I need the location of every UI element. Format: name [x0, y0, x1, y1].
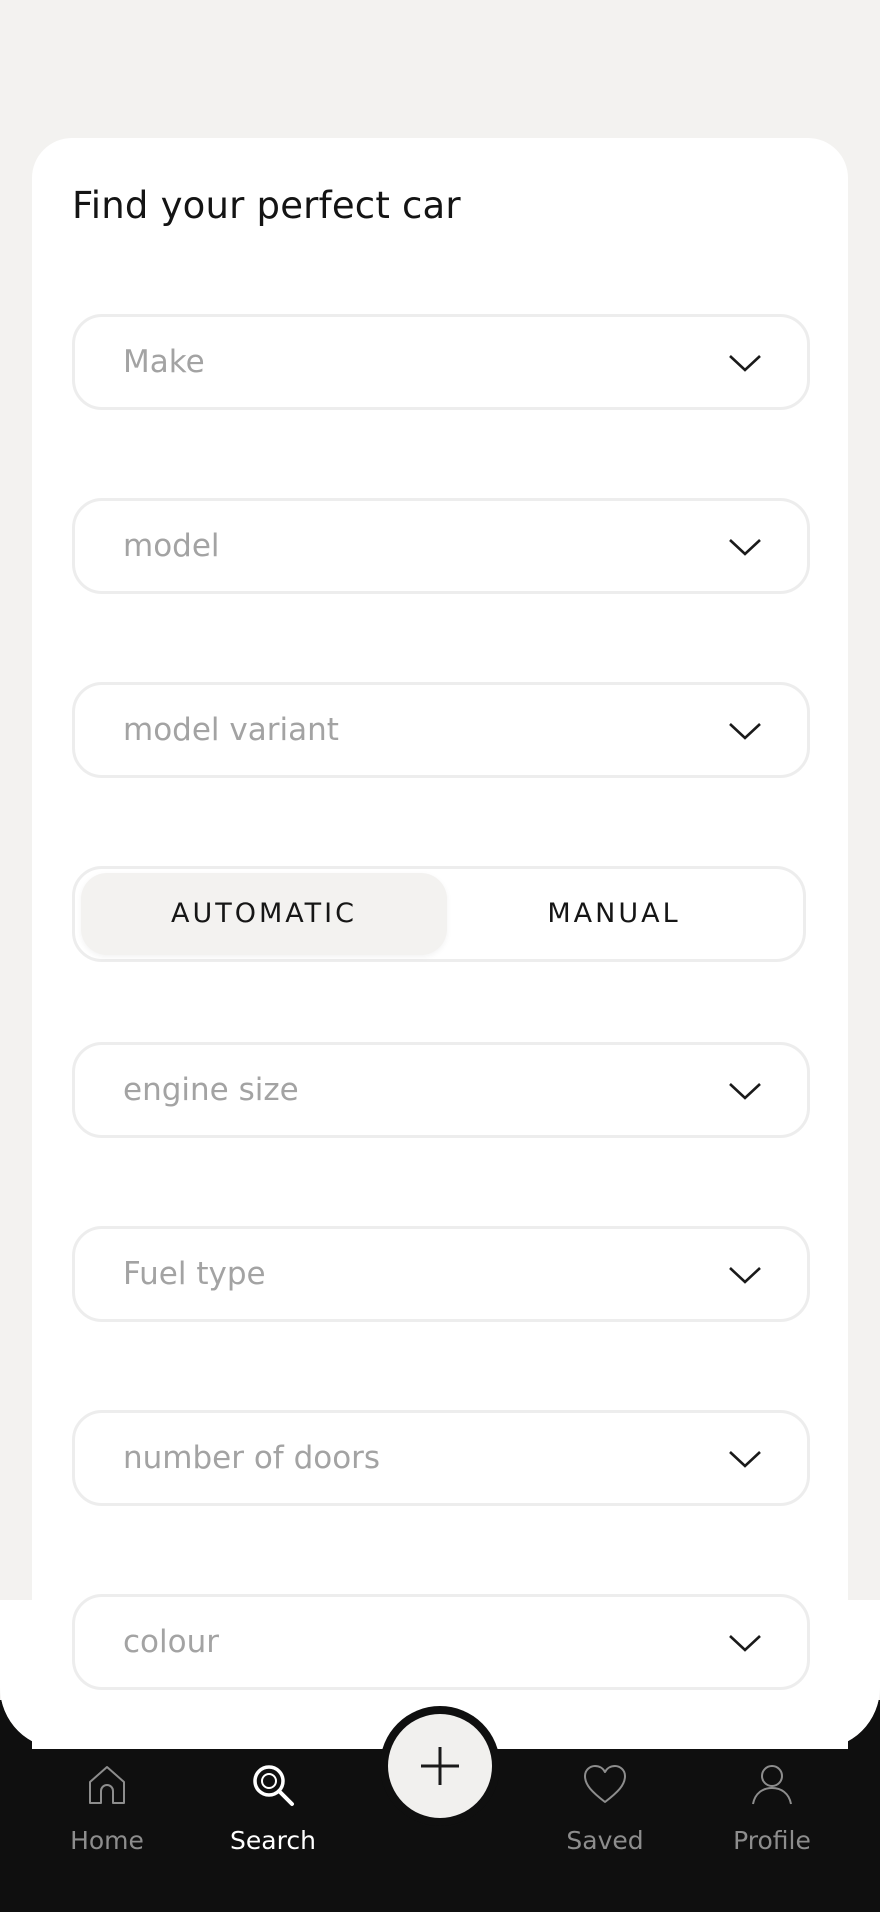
- chevron-down-icon: [729, 1267, 761, 1284]
- nav-saved-label: Saved: [566, 1826, 644, 1855]
- model-dropdown[interactable]: model: [72, 498, 810, 594]
- nav-search-label: Search: [230, 1826, 316, 1855]
- nav-saved[interactable]: Saved: [525, 1762, 685, 1862]
- chevron-down-icon: [729, 539, 761, 556]
- nav-home[interactable]: Home: [27, 1762, 187, 1862]
- chevron-down-icon: [729, 1635, 761, 1652]
- nav-search[interactable]: Search: [193, 1762, 353, 1862]
- model-variant-dropdown-label: model variant: [123, 712, 339, 748]
- make-dropdown[interactable]: Make: [72, 314, 810, 410]
- chevron-down-icon: [729, 1451, 761, 1468]
- model-dropdown-label: model: [123, 528, 220, 564]
- colour-dropdown-label: colour: [123, 1624, 219, 1660]
- engine-size-dropdown[interactable]: engine size: [72, 1042, 810, 1138]
- number-of-doors-dropdown-label: number of doors: [123, 1440, 381, 1476]
- profile-icon: [752, 1765, 792, 1805]
- engine-size-dropdown-label: engine size: [123, 1072, 299, 1108]
- chevron-down-icon: [729, 723, 761, 740]
- fuel-type-dropdown[interactable]: Fuel type: [72, 1226, 810, 1322]
- add-button[interactable]: [388, 1714, 492, 1818]
- fuel-type-dropdown-label: Fuel type: [123, 1256, 266, 1292]
- home-icon: [89, 1766, 125, 1804]
- add-button-ring: [380, 1706, 500, 1826]
- chevron-down-icon: [729, 355, 761, 372]
- manual-option[interactable]: MANUAL: [431, 873, 797, 955]
- model-variant-dropdown[interactable]: model variant: [72, 682, 810, 778]
- heart-icon: [584, 1765, 626, 1803]
- automatic-option[interactable]: AUTOMATIC: [81, 873, 447, 955]
- nav-home-label: Home: [70, 1826, 144, 1855]
- make-dropdown-label: Make: [123, 344, 205, 380]
- search-icon: [253, 1765, 294, 1806]
- nav-profile[interactable]: Profile: [692, 1762, 852, 1862]
- page-title: Find your perfect car: [72, 184, 461, 227]
- chevron-down-icon: [729, 1083, 761, 1100]
- number-of-doors-dropdown[interactable]: number of doors: [72, 1410, 810, 1506]
- nav-profile-label: Profile: [733, 1826, 811, 1855]
- colour-dropdown[interactable]: colour: [72, 1594, 810, 1690]
- plus-icon: [421, 1747, 459, 1785]
- transmission-toggle: AUTOMATIC MANUAL: [72, 866, 806, 962]
